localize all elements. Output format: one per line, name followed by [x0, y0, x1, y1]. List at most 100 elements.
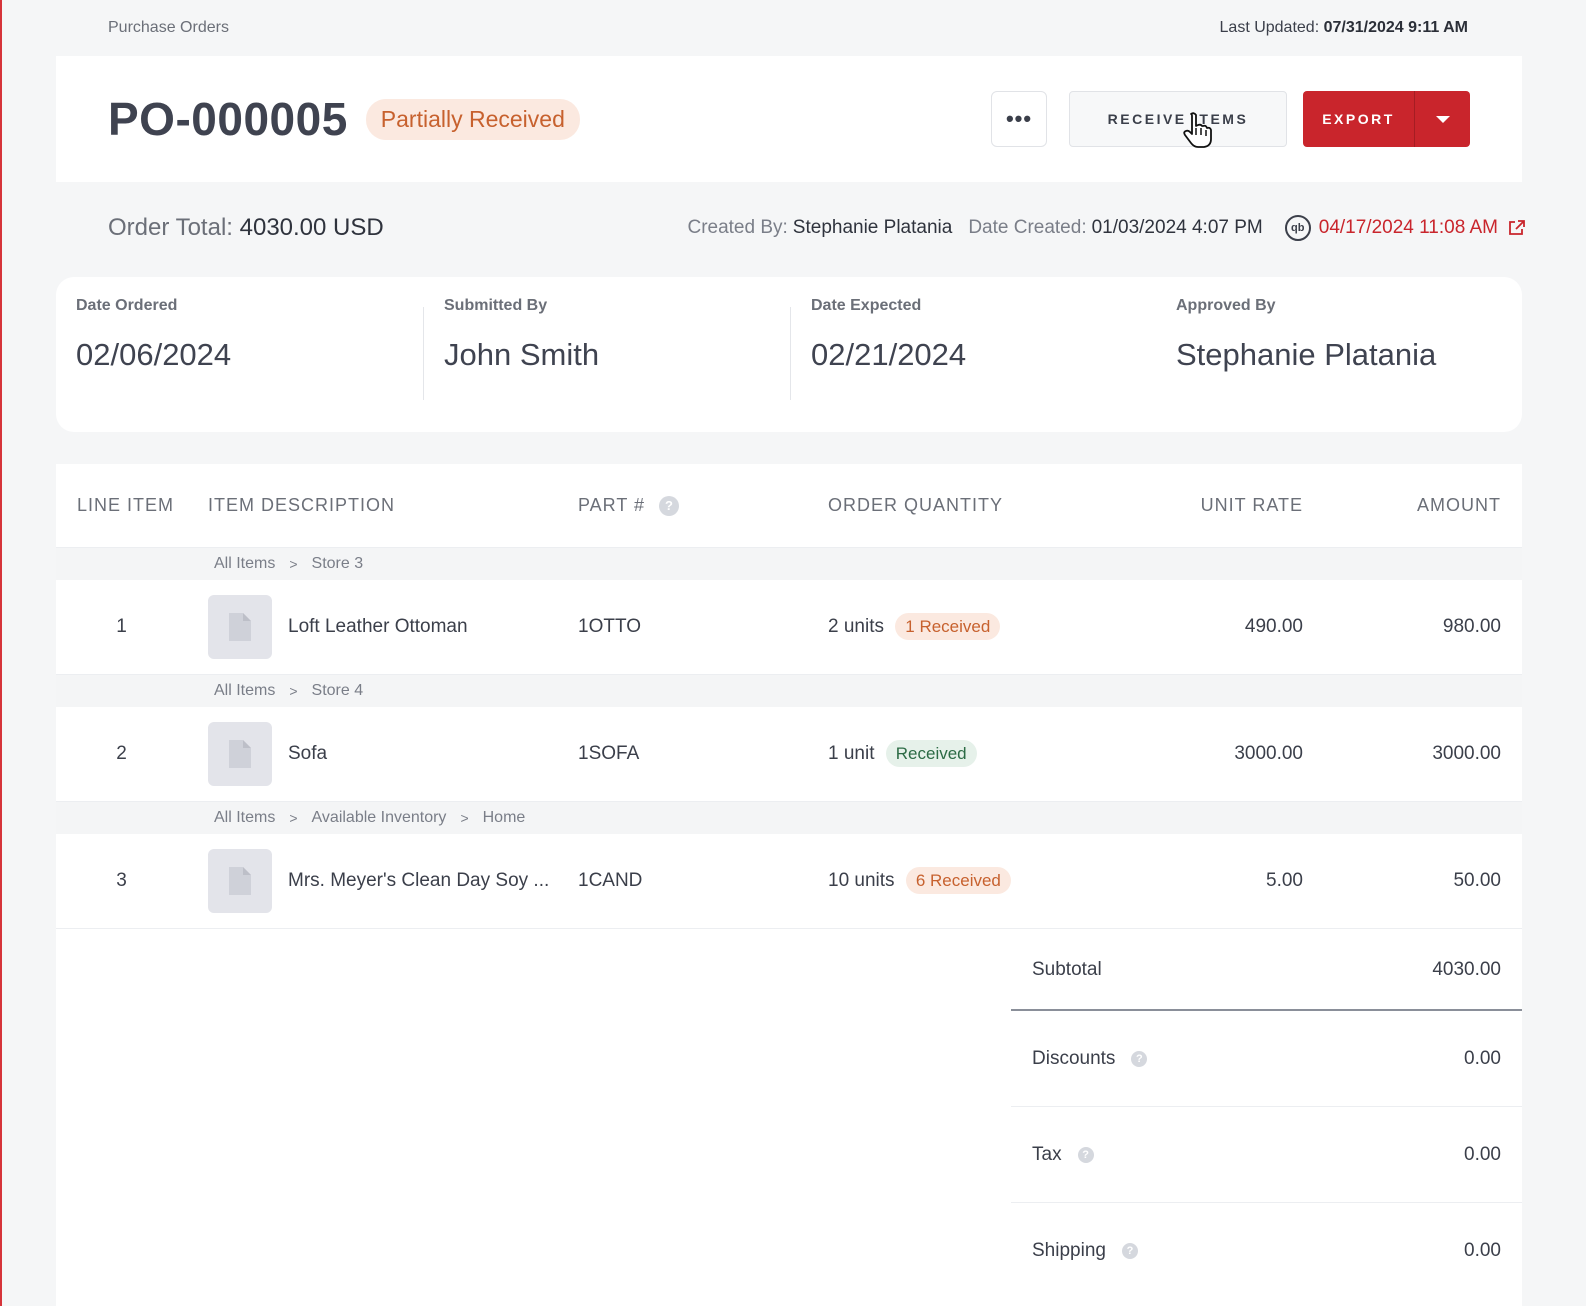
received-badge: 6 Received [905, 867, 1011, 894]
table-row[interactable]: 2 Sofa 1SOFA 1 unit Received 3000.00 300… [56, 707, 1522, 802]
crumb-item[interactable]: Home [483, 809, 526, 827]
order-quantity: 1 unit Received [828, 740, 1098, 767]
header-actions: ••• RECEIVE ITEMS EXPORT [991, 91, 1470, 148]
order-total: Order Total: 4030.00 USD [108, 214, 384, 242]
sync-date-link[interactable]: 04/17/2024 11:08 AM [1319, 217, 1498, 239]
created-by-label: Created By: [687, 217, 788, 238]
subtotal-row: Subtotal 4030.00 [1011, 931, 1522, 1011]
help-icon[interactable]: ? [659, 495, 680, 516]
po-header: PO-000005 Partially Received ••• RECEIVE… [56, 56, 1522, 182]
created-by-value: Stephanie Platania [792, 217, 953, 238]
item-thumbnail [208, 595, 272, 659]
quantity-value: 10 units [828, 870, 895, 891]
header-line-item: LINE ITEM [77, 495, 175, 515]
part-number: 1OTTO [578, 616, 641, 637]
file-icon [229, 613, 251, 641]
page-title: PO-000005 [108, 93, 348, 145]
subtotal-value: 4030.00 [1432, 959, 1501, 980]
last-updated-label: Last Updated: [1219, 19, 1320, 36]
file-icon [229, 867, 251, 895]
shipping-row: Shipping ? 0.00 [1011, 1203, 1522, 1299]
crumb-item[interactable]: All Items [214, 809, 275, 827]
quantity-value: 1 unit [828, 743, 875, 764]
export-dropdown-button[interactable] [1414, 91, 1470, 147]
received-badge: 1 Received [895, 613, 1001, 640]
category-breadcrumb: All Items > Available Inventory > Home [56, 802, 1522, 834]
line-number: 2 [116, 743, 127, 764]
shipping-value: 0.00 [1464, 1240, 1501, 1261]
receive-items-button[interactable]: RECEIVE ITEMS [1069, 91, 1287, 148]
help-icon[interactable]: ? [1121, 1243, 1138, 1259]
tax-row: Tax ? 0.00 [1011, 1107, 1522, 1203]
crumb-item[interactable]: Store 3 [312, 555, 364, 573]
crumb-item[interactable]: Available Inventory [312, 809, 447, 827]
pointer-cursor-icon [1183, 112, 1212, 148]
date-expected-label: Date Expected [811, 297, 922, 314]
item-name[interactable]: Loft Leather Ottoman [288, 616, 468, 638]
export-button[interactable]: EXPORT [1303, 91, 1414, 147]
order-total-value: 4030.00 USD [239, 214, 384, 241]
item-thumbnail [208, 722, 272, 786]
chevron-right-icon: > [289, 556, 298, 572]
unit-rate: 3000.00 [1234, 743, 1303, 764]
item-name[interactable]: Sofa [288, 743, 327, 765]
chevron-down-icon [1435, 115, 1450, 123]
totals-panel: Subtotal 4030.00 Discounts ? 0.00 Tax ? … [1011, 931, 1522, 1299]
date-created-value: 01/03/2024 4:07 PM [1091, 217, 1263, 238]
header-order-quantity: ORDER QUANTITY [828, 495, 1004, 515]
item-name[interactable]: Mrs. Meyer's Clean Day Soy ... [288, 870, 549, 892]
breadcrumb[interactable]: Purchase Orders [108, 19, 229, 37]
date-expected: Date Expected 02/21/2024 [790, 297, 1156, 400]
file-icon [229, 740, 251, 768]
crumb-item[interactable]: All Items [214, 682, 275, 700]
unit-rate: 490.00 [1244, 616, 1303, 637]
line-items-table: LINE ITEM ITEM DESCRIPTION PART # ? ORDE… [56, 464, 1522, 1306]
header-unit-rate: UNIT RATE [1200, 495, 1303, 515]
table-row[interactable]: 3 Mrs. Meyer's Clean Day Soy ... 1CAND 1… [56, 834, 1522, 929]
export-split-button: EXPORT [1303, 91, 1470, 147]
line-number: 1 [116, 616, 127, 637]
order-info-card: Date Ordered 02/06/2024 Submitted By Joh… [56, 277, 1522, 432]
received-badge: Received [885, 740, 977, 767]
help-icon[interactable]: ? [1131, 1050, 1148, 1067]
submitted-by-value: John Smith [444, 337, 600, 372]
header-amount: AMOUNT [1417, 495, 1501, 515]
crumb-item[interactable]: Store 4 [312, 682, 364, 700]
item-description: Mrs. Meyer's Clean Day Soy ... [208, 849, 578, 913]
tax-label: Tax [1032, 1143, 1062, 1165]
crumb-item[interactable]: All Items [214, 555, 275, 573]
unit-rate: 5.00 [1266, 870, 1303, 891]
discounts-label: Discounts [1032, 1047, 1116, 1069]
last-updated: Last Updated: 07/31/2024 9:11 AM [1220, 19, 1468, 37]
header-part-number: PART # ? [578, 495, 828, 516]
tax-value: 0.00 [1464, 1143, 1501, 1165]
order-quantity: 2 units 1 Received [828, 613, 1098, 640]
help-icon[interactable]: ? [1077, 1146, 1094, 1163]
chevron-right-icon: > [289, 810, 298, 826]
shipping-label: Shipping [1032, 1240, 1106, 1261]
item-description: Loft Leather Ottoman [208, 595, 578, 659]
header-item-description: ITEM DESCRIPTION [208, 495, 396, 515]
date-ordered-label: Date Ordered [76, 297, 178, 314]
discounts-row: Discounts ? 0.00 [1011, 1011, 1522, 1107]
item-thumbnail [208, 849, 272, 913]
date-ordered-value: 02/06/2024 [76, 337, 232, 372]
table-row[interactable]: 1 Loft Leather Ottoman 1OTTO 2 units 1 R… [56, 580, 1522, 675]
category-breadcrumb: All Items > Store 3 [56, 548, 1522, 580]
part-number: 1SOFA [578, 743, 640, 764]
table-header: LINE ITEM ITEM DESCRIPTION PART # ? ORDE… [56, 464, 1522, 548]
amount: 50.00 [1453, 870, 1501, 891]
summary-row: Order Total: 4030.00 USD Created By: Ste… [108, 206, 1526, 250]
more-button[interactable]: ••• [991, 91, 1047, 147]
quantity-value: 2 units [828, 616, 884, 637]
order-total-label: Order Total: [108, 214, 233, 241]
approved-by: Approved By Stephanie Platania [1156, 277, 1522, 432]
amount: 980.00 [1442, 616, 1501, 637]
date-expected-value: 02/21/2024 [811, 337, 967, 372]
category-breadcrumb: All Items > Store 4 [56, 675, 1522, 707]
approved-by-label: Approved By [1176, 297, 1276, 314]
external-link-icon[interactable] [1508, 219, 1526, 237]
receive-items-label: RECEIVE ITEMS [1107, 111, 1249, 127]
chevron-right-icon: > [289, 683, 298, 699]
quickbooks-icon: qb [1284, 215, 1311, 241]
